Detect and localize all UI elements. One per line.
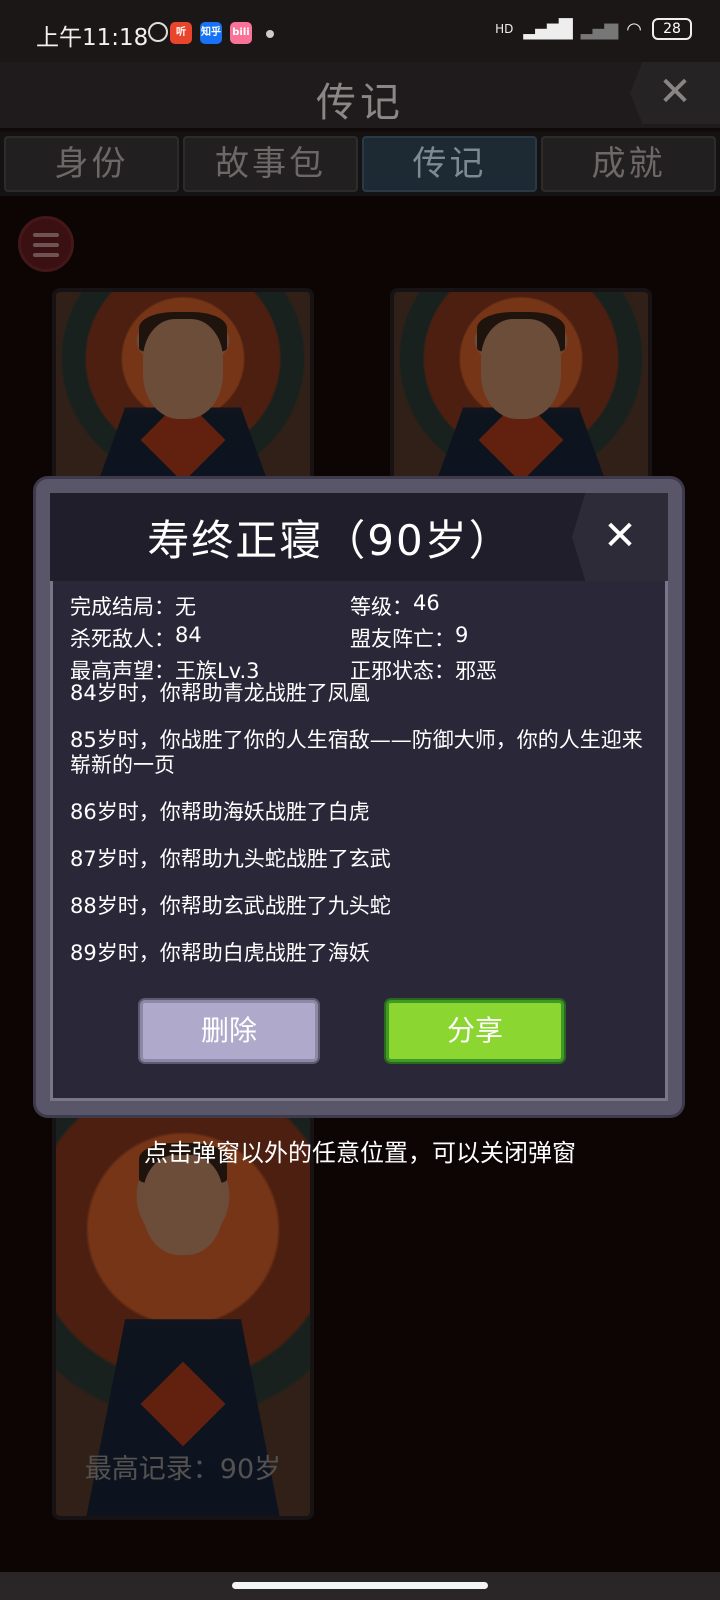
stat-label: 杀死敌人 (70, 623, 175, 653)
signal-2-icon: ▂▄▆ (580, 18, 619, 40)
mute-bell-icon (148, 22, 168, 42)
stat-kills: 杀死敌人 84 (70, 623, 350, 653)
wifi-icon: ◠ (626, 18, 642, 40)
zhihu-app-icon: 知乎 (200, 22, 222, 44)
listen-app-icon: 听 (170, 22, 192, 44)
dialog-title-bar: 寿终正寝（90岁） ✕ (50, 493, 668, 581)
tab-bar: 身份 故事包 传记 成就 (0, 132, 720, 196)
stat-ending: 完成结局 无 (70, 591, 350, 621)
stat-value: 46 (413, 591, 440, 615)
log-entry: 88岁时，你帮助玄武战胜了九头蛇 (70, 894, 391, 918)
stat-value: 9 (455, 623, 469, 647)
stat-value: 无 (175, 595, 196, 619)
share-button[interactable]: 分享 (386, 1000, 564, 1062)
battery-icon: 28 (652, 18, 692, 40)
status-time: 上午11:18 (36, 25, 149, 51)
system-nav-bar (0, 1572, 720, 1600)
signal-icon: ▂▄▆█ (523, 18, 572, 40)
tab-identity[interactable]: 身份 (4, 136, 179, 192)
stat-value: 84 (175, 623, 202, 647)
dialog-title: 寿终正寝（90岁） (147, 516, 513, 565)
page-title: 传记 (316, 80, 404, 126)
home-handle[interactable] (232, 1582, 488, 1589)
more-dot-icon (266, 30, 274, 38)
status-bar: 上午11:18 听 知乎 bili HD ▂▄▆█ ▂▄▆ ◠ 28 (0, 0, 720, 62)
stat-label: 完成结局 (70, 591, 175, 621)
log-entry: 86岁时，你帮助海妖战胜了白虎 (70, 800, 370, 824)
tab-biography[interactable]: 传记 (362, 136, 537, 192)
hd-signal-icon: HD (495, 22, 514, 36)
delete-button[interactable]: 删除 (140, 1000, 318, 1062)
tab-story-pack[interactable]: 故事包 (183, 136, 358, 192)
log-entry: 85岁时，你战胜了你的人生宿敌——防御大师，你的人生迎来崭新的一页 (70, 728, 643, 777)
biography-log[interactable]: 84岁时，你帮助青龙战胜了凤凰 85岁时，你战胜了你的人生宿敌——防御大师，你的… (70, 681, 650, 1001)
page-header: 传记 ✕ (0, 62, 720, 130)
biography-dialog: 寿终正寝（90岁） ✕ 完成结局 无 等级 46 杀死敌人 84 盟友阵亡 9 … (36, 479, 682, 1115)
stat-label: 盟友阵亡 (350, 623, 455, 653)
log-entry: 87岁时，你帮助九头蛇战胜了玄武 (70, 847, 391, 871)
stat-label: 等级 (350, 591, 413, 621)
bilibili-app-icon: bili (230, 22, 252, 44)
stat-allies-fallen: 盟友阵亡 9 (350, 623, 650, 653)
stats-grid: 完成结局 无 等级 46 杀死敌人 84 盟友阵亡 9 最高声望 王族Lv.3 … (70, 591, 650, 685)
log-entry: 84岁时，你帮助青龙战胜了凤凰 (70, 681, 370, 705)
app-root: 上午11:18 听 知乎 bili HD ▂▄▆█ ▂▄▆ ◠ 28 传记 ✕ … (0, 0, 720, 1600)
close-page-button[interactable]: ✕ (630, 62, 720, 124)
status-right: HD ▂▄▆█ ▂▄▆ ◠ 28 (495, 18, 692, 40)
close-hint: 点击弹窗以外的任意位置，可以关闭弹窗 (144, 1139, 576, 1167)
tab-achievements[interactable]: 成就 (541, 136, 716, 192)
log-entry: 89岁时，你帮助白虎战胜了海妖 (70, 941, 370, 965)
stat-level: 等级 46 (350, 591, 650, 621)
dialog-close-button[interactable]: ✕ (572, 493, 668, 581)
